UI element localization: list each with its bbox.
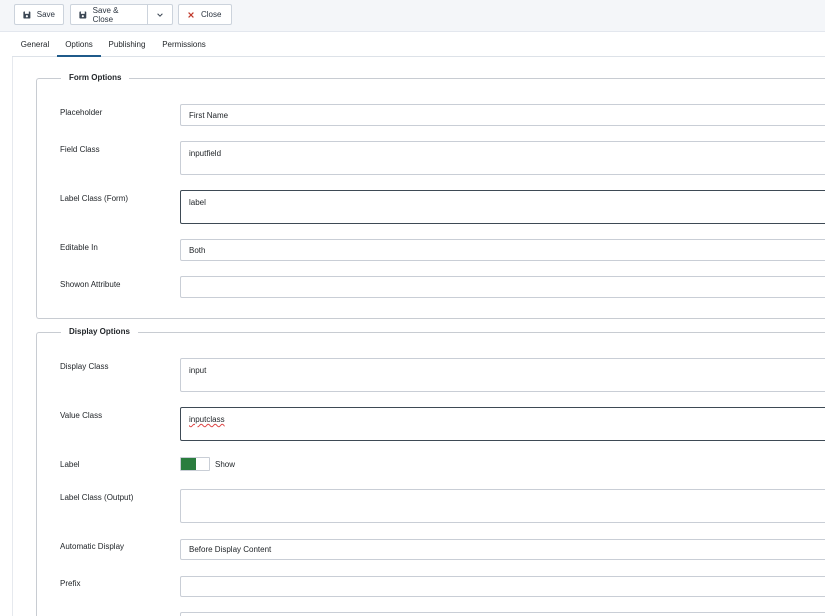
field-class-textarea[interactable]: inputfield: [180, 141, 825, 175]
tab-bar: General Options Publishing Permissions: [12, 33, 825, 57]
toggle-knob: [181, 458, 196, 470]
close-button-label: Close: [201, 10, 222, 19]
editable-in-label: Editable In: [60, 243, 98, 252]
save-options-dropdown-button[interactable]: [147, 4, 173, 25]
automatic-display-select[interactable]: Before Display Content: [180, 539, 825, 560]
placeholder-input[interactable]: First Name: [180, 104, 825, 126]
value-class-textarea[interactable]: inputclass: [180, 407, 825, 441]
display-class-label: Display Class: [60, 362, 109, 371]
chevron-down-icon: [157, 12, 163, 17]
save-button[interactable]: Save: [14, 4, 64, 25]
showon-attribute-label: Showon Attribute: [60, 280, 121, 289]
automatic-display-value: Before Display Content: [189, 545, 272, 554]
toolbar: Save Save & Close Close: [0, 0, 825, 32]
save-and-close-label: Save & Close: [92, 5, 119, 24]
value-class-value: inputclass: [189, 415, 225, 424]
form-options-legend: Form Options: [61, 73, 130, 82]
close-button[interactable]: Close: [178, 4, 232, 25]
editable-in-select[interactable]: Both: [180, 239, 825, 261]
next-field-input[interactable]: [180, 612, 825, 616]
tab-general[interactable]: General: [14, 33, 56, 57]
label-class-form-textarea[interactable]: label: [180, 190, 825, 224]
close-icon: [188, 11, 194, 18]
editable-in-value: Both: [189, 245, 206, 255]
floppy-disk-icon: [23, 11, 31, 18]
tab-publishing[interactable]: Publishing: [103, 33, 151, 57]
automatic-display-label: Automatic Display: [60, 542, 125, 551]
save-and-close-button[interactable]: Save & Close: [70, 4, 148, 25]
label-toggle-text: Show: [215, 460, 236, 469]
placeholder-label: Placeholder: [60, 108, 103, 117]
prefix-input[interactable]: [180, 576, 825, 597]
value-class-label: Value Class: [60, 411, 103, 420]
label-toggle-label: Label: [60, 460, 80, 469]
label-class-form-label: Label Class (Form): [60, 194, 129, 203]
showon-attribute-input[interactable]: [180, 276, 825, 298]
placeholder-value: First Name: [189, 110, 229, 120]
display-options-legend: Display Options: [61, 327, 138, 336]
label-class-output-label: Label Class (Output): [60, 493, 134, 502]
label-class-form-value: label: [189, 198, 206, 207]
prefix-label: Prefix: [60, 579, 81, 588]
display-class-value: input: [189, 366, 207, 375]
field-class-value: inputfield: [189, 149, 222, 158]
save-button-label: Save: [36, 10, 55, 19]
floppy-disk-icon: [79, 11, 87, 18]
label-show-toggle[interactable]: [180, 457, 210, 471]
display-class-textarea[interactable]: input: [180, 358, 825, 392]
tab-options[interactable]: Options: [57, 33, 101, 57]
tab-permissions[interactable]: Permissions: [158, 33, 210, 57]
label-class-output-textarea[interactable]: [180, 489, 825, 523]
field-class-label: Field Class: [60, 145, 100, 154]
